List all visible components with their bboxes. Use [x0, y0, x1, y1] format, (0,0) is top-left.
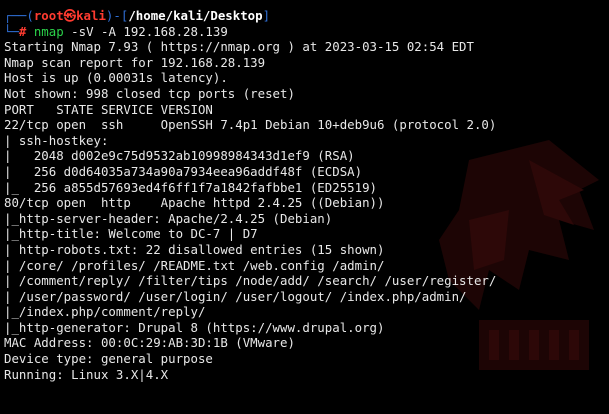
output-line: Device type: general purpose	[4, 351, 213, 367]
prompt-dir-open: )-[	[105, 8, 129, 23]
output-line: Running: Linux 3.X|4.X	[4, 366, 169, 382]
output-line: |_http-title: Welcome to DC-7 | D7	[4, 226, 258, 242]
output-line: Starting Nmap 7.93 ( https://nmap.org ) …	[4, 39, 474, 55]
output-line: | /core/ /profiles/ /README.txt /web.con…	[4, 257, 392, 273]
output-line: Not shown: 998 closed tcp ports (reset)	[4, 85, 295, 101]
terminal-content: ┌──(root㉿kali)-[/home/kali/Desktop] └─# …	[4, 8, 609, 382]
output-line: | 2048 d002e9c75d9532ab10998984343d1ef9 …	[4, 148, 355, 164]
output-line: 22/tcp open ssh OpenSSH 7.4p1 Debian 10+…	[4, 117, 497, 133]
output-line: |_http-generator: Drupal 8 (https://www.…	[4, 319, 385, 335]
output-line: |_ 256 a855d57693ed4f6ff1f7a1842fafbbe1 …	[4, 179, 377, 195]
command-args: -sV -A 192.168.28.139	[63, 23, 228, 39]
output-line: | http-robots.txt: 22 disallowed entries…	[4, 241, 385, 257]
output-line: | ssh-hostkey:	[4, 132, 116, 148]
prompt-corner-bottom: └─	[4, 23, 19, 39]
prompt-user: root㉿kali	[33, 8, 106, 23]
output-line: 80/tcp open http Apache httpd 2.4.25 ((D…	[4, 195, 385, 211]
prompt-corner-top: ┌──(	[4, 8, 34, 23]
terminal-window[interactable]: ┌──(root㉿kali)-[/home/kali/Desktop] └─# …	[0, 0, 609, 414]
output-line: |_http-server-header: Apache/2.4.25 (Deb…	[4, 210, 333, 226]
prompt-dir-close: ]	[262, 8, 271, 23]
command-line[interactable]: └─# nmap -sV -A 192.168.28.139	[4, 24, 609, 40]
output-line: Nmap scan report for 192.168.28.139	[4, 54, 266, 70]
output-line: | /comment/reply/ /filter/tips /node/add…	[4, 273, 504, 289]
output-line: | 256 d0d64035a734a90a7934eea96addf48f (…	[4, 163, 363, 179]
prompt-header: ┌──(root㉿kali)-[/home/kali/Desktop]	[4, 8, 609, 24]
output-line: |_/index.php/comment/reply/	[4, 304, 206, 320]
output-line: MAC Address: 00:0C:29:AB:3D:1B (VMware)	[4, 335, 295, 351]
output-line: Host is up (0.00031s latency).	[4, 70, 228, 86]
command-name: nmap	[33, 23, 64, 39]
output-line: | /user/password/ /user/login/ /user/log…	[4, 288, 474, 304]
output-line: PORT STATE SERVICE VERSION	[4, 101, 213, 117]
prompt-hash: #	[18, 23, 34, 39]
prompt-path: /home/kali/Desktop	[128, 8, 263, 23]
